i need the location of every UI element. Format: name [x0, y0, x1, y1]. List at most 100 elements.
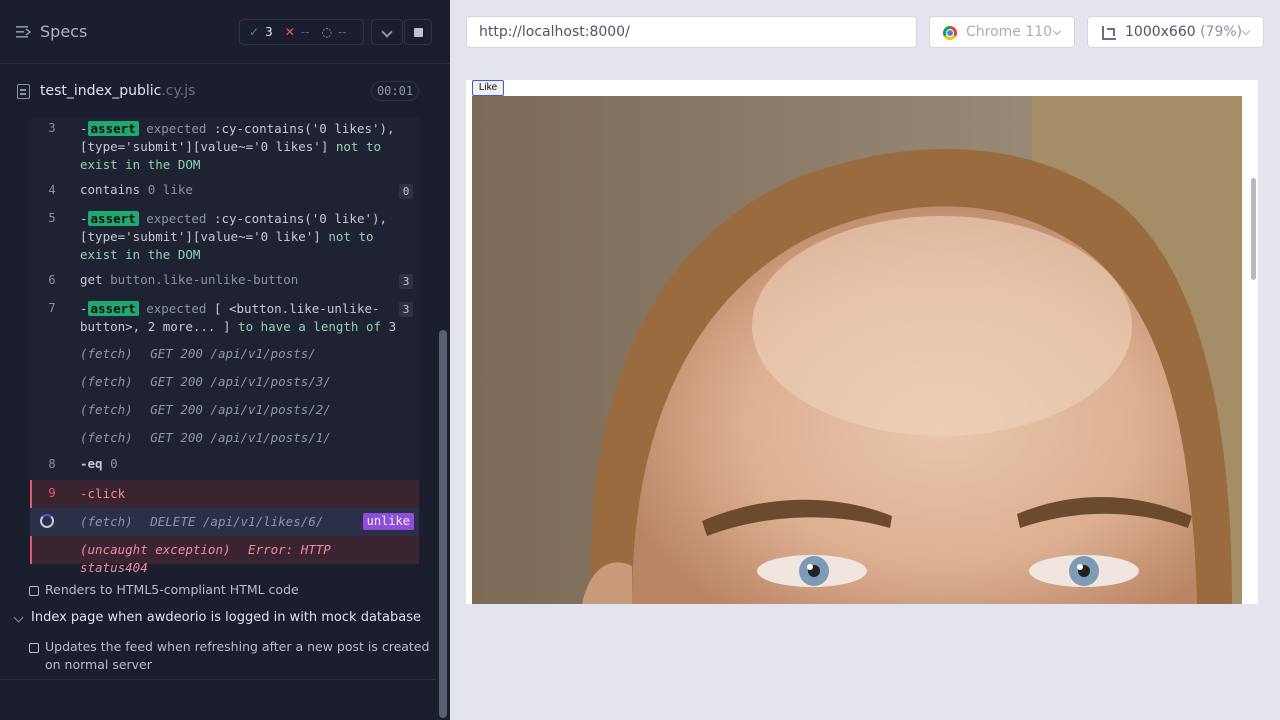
command-message: expected: [146, 211, 214, 226]
command-number: 6: [48, 273, 56, 287]
fetch-detail: GET 200 /api/v1/posts/1/: [150, 430, 331, 445]
test-title[interactable]: Renders to HTML5-compliant HTML code: [45, 581, 299, 599]
url-bar[interactable]: http://localhost:8000/: [466, 16, 917, 48]
pending-count: --: [337, 25, 347, 39]
command-message: exist in the DOM: [80, 157, 201, 172]
command-message: not to: [328, 139, 382, 154]
passed-stat: ✓ 3: [249, 25, 273, 39]
x-icon: ✕: [284, 25, 295, 39]
command-name: get: [80, 272, 103, 287]
command-number: 7: [48, 301, 56, 315]
specs-button[interactable]: Specs: [40, 22, 87, 41]
assert-tag: assert: [87, 121, 139, 136]
pending-stat: ◌ --: [321, 25, 346, 39]
command-row[interactable]: 8 -eq 0: [30, 454, 419, 476]
command-message: [ <button.like-unlike-: [213, 301, 380, 316]
command-row[interactable]: 4 contains 0 like 0: [30, 180, 419, 202]
failed-command-row[interactable]: 9 -click: [30, 480, 419, 508]
ruler-icon: [1102, 26, 1116, 40]
post-photo: [472, 96, 1242, 604]
assert-tag: assert: [87, 301, 139, 316]
command-message: to have a length of: [230, 319, 389, 334]
command-message: 0: [110, 456, 118, 471]
expand-button[interactable]: [371, 19, 403, 45]
viewport-selector[interactable]: 1000x660 (79%): [1087, 16, 1264, 48]
command-message: [type='submit'][value~='0 likes']: [80, 139, 329, 154]
command-name: -click: [80, 486, 126, 501]
passed-count: 3: [265, 25, 273, 39]
command-message: 3: [388, 319, 397, 334]
test-title[interactable]: Updates the feed when refreshing after a…: [45, 638, 429, 674]
command-number: 8: [48, 457, 56, 471]
command-name: -: [80, 301, 88, 316]
failed-count: --: [300, 25, 310, 39]
test-checkbox-icon: [29, 586, 39, 596]
assert-tag: assert: [87, 211, 139, 226]
viewport-scale: (79%): [1200, 24, 1243, 40]
command-number: 9: [48, 486, 56, 500]
fetch-label: (fetch): [80, 402, 133, 417]
viewport-size: 1000x660: [1125, 24, 1196, 40]
command-name: contains: [80, 182, 141, 197]
command-message: not to: [320, 229, 374, 244]
like-button[interactable]: Like: [472, 80, 504, 96]
spinner-icon: ◌: [321, 25, 332, 39]
browser-label: Chrome 110: [966, 24, 1053, 40]
chevron-down-icon[interactable]: [13, 612, 24, 623]
command-name: -eq: [80, 456, 103, 471]
command-message: [type='submit'][value~='0 like']: [80, 229, 321, 244]
chevron-down-icon: [1241, 26, 1251, 36]
element-count-badge: 0: [399, 184, 413, 199]
loading-spinner-icon: [40, 514, 54, 528]
command-name: -: [80, 211, 88, 226]
error-label: (uncaught exception): [80, 542, 231, 557]
chrome-icon: [943, 26, 957, 40]
command-row[interactable]: 3 - assert expected :cy-contains('0 likes…: [30, 118, 419, 176]
app-under-test-frame: Like: [466, 80, 1258, 604]
command-row[interactable]: 6 get button.like-unlike-button 3: [30, 270, 419, 292]
command-message: exist in the DOM: [80, 247, 201, 262]
command-message: expected: [146, 301, 214, 316]
divider: [0, 679, 436, 680]
spec-file-name[interactable]: test_index_public.cy.js: [40, 83, 195, 99]
fetch-row[interactable]: (fetch) GET 200 /api/v1/posts/: [30, 344, 419, 366]
fetch-row[interactable]: (fetch) GET 200 /api/v1/posts/2/: [30, 400, 419, 422]
file-icon: [17, 84, 30, 99]
chevron-down-icon: [1052, 26, 1062, 36]
check-icon: ✓: [249, 25, 260, 39]
fetch-label: (fetch): [80, 430, 133, 445]
command-message: button.like-unlike-button: [110, 272, 299, 287]
command-row[interactable]: 5 - assert expected :cy-contains('0 like'…: [30, 208, 419, 266]
command-message: expected: [146, 121, 214, 136]
duration-timer: 00:01: [371, 81, 419, 101]
test-stats: ✓ 3 ✕ -- ◌ --: [239, 19, 364, 45]
specs-list-icon[interactable]: [16, 25, 32, 39]
command-number: 4: [48, 183, 56, 197]
stop-button[interactable]: [404, 19, 432, 45]
element-count-badge: 3: [399, 302, 413, 317]
failed-stat: ✕ --: [285, 25, 310, 39]
command-row[interactable]: 7 - assert expected [ <button.like-unlike…: [30, 298, 419, 338]
fetch-row[interactable]: (fetch) GET 200 /api/v1/posts/3/: [30, 372, 419, 394]
scrollbar-thumb[interactable]: [439, 330, 447, 718]
viewport-label: 1000x660 (79%): [1125, 24, 1242, 40]
fetch-row-pending[interactable]: (fetch) DELETE /api/v1/likes/6/ unlike: [30, 508, 419, 536]
fetch-label: (fetch): [80, 346, 133, 361]
test-title-line: on normal server: [45, 657, 152, 672]
fetch-row[interactable]: (fetch) GET 200 /api/v1/posts/1/: [30, 428, 419, 450]
command-log-panel: Specs ✓ 3 ✕ -- ◌ -- test_index_public.cy…: [0, 0, 450, 720]
spec-file-ext: .cy.js: [161, 83, 196, 99]
error-row[interactable]: (uncaught exception) Error: HTTP status4…: [30, 536, 419, 575]
fetch-detail: GET 200 /api/v1/posts/2/: [150, 402, 331, 417]
test-title-line: Updates the feed when refreshing after a…: [45, 639, 430, 654]
fetch-detail: DELETE /api/v1/likes/6/: [150, 514, 324, 529]
command-message: button>, 2 more... ]: [80, 319, 231, 334]
stop-icon: [414, 28, 423, 37]
browser-selector[interactable]: Chrome 110: [929, 16, 1075, 48]
fetch-detail: GET 200 /api/v1/posts/: [150, 346, 316, 361]
runner-header: Specs ✓ 3 ✕ -- ◌ --: [0, 0, 450, 64]
chevron-down-icon: [381, 26, 393, 38]
suite-title[interactable]: Index page when awdeorio is logged in wi…: [31, 609, 421, 627]
app-scrollbar[interactable]: [1251, 178, 1256, 280]
alias-badge: unlike: [362, 513, 414, 530]
